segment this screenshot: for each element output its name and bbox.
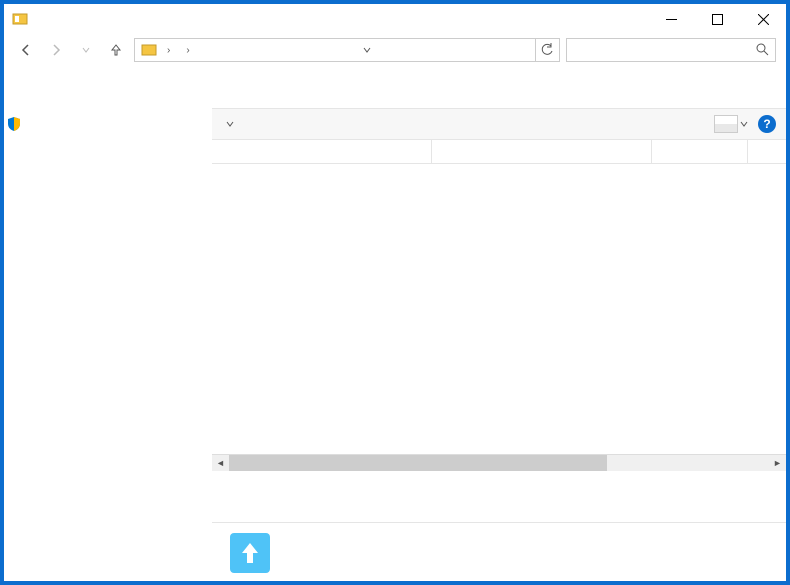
recent-dropdown[interactable] <box>74 38 98 62</box>
details-panel <box>212 522 786 582</box>
search-icon[interactable] <box>755 42 769 59</box>
view-options-button[interactable] <box>714 115 748 133</box>
address-bar: › › <box>4 34 786 66</box>
chevron-icon[interactable]: › <box>161 45 176 56</box>
horizontal-scrollbar[interactable]: ◄ ► <box>212 454 786 471</box>
minimize-button[interactable] <box>648 4 694 34</box>
view-icon <box>714 115 738 133</box>
table-body[interactable] <box>212 164 786 454</box>
help-button[interactable]: ? <box>758 115 776 133</box>
turn-windows-features-link[interactable] <box>26 116 208 132</box>
forward-button[interactable] <box>44 38 68 62</box>
search-box[interactable] <box>566 38 776 62</box>
sidebar <box>4 66 212 582</box>
shield-icon <box>6 116 22 132</box>
app-large-icon <box>226 529 274 577</box>
maximize-button[interactable] <box>694 4 740 34</box>
scroll-right-button[interactable]: ► <box>769 455 786 472</box>
content-area: ? ◄ ► <box>212 66 786 582</box>
organize-button[interactable] <box>222 120 234 128</box>
programs-features-icon <box>141 42 157 58</box>
programs-features-icon <box>12 11 28 27</box>
chevron-icon[interactable]: › <box>180 45 195 56</box>
column-name[interactable] <box>212 140 432 163</box>
titlebar <box>4 4 786 34</box>
chevron-down-icon <box>226 120 234 128</box>
scroll-left-button[interactable]: ◄ <box>212 455 229 472</box>
column-publisher[interactable] <box>432 140 652 163</box>
address-dropdown[interactable] <box>358 39 376 61</box>
breadcrumb[interactable]: › › <box>134 38 560 62</box>
up-button[interactable] <box>104 38 128 62</box>
scroll-thumb[interactable] <box>229 455 607 471</box>
back-button[interactable] <box>14 38 38 62</box>
toolbar: ? <box>212 108 786 140</box>
refresh-button[interactable] <box>535 39 557 61</box>
chevron-down-icon <box>740 120 748 128</box>
search-input[interactable] <box>573 43 755 57</box>
programs-table: ◄ ► <box>212 140 786 522</box>
table-header <box>212 140 786 164</box>
column-installed-on[interactable] <box>652 140 748 163</box>
close-button[interactable] <box>740 4 786 34</box>
